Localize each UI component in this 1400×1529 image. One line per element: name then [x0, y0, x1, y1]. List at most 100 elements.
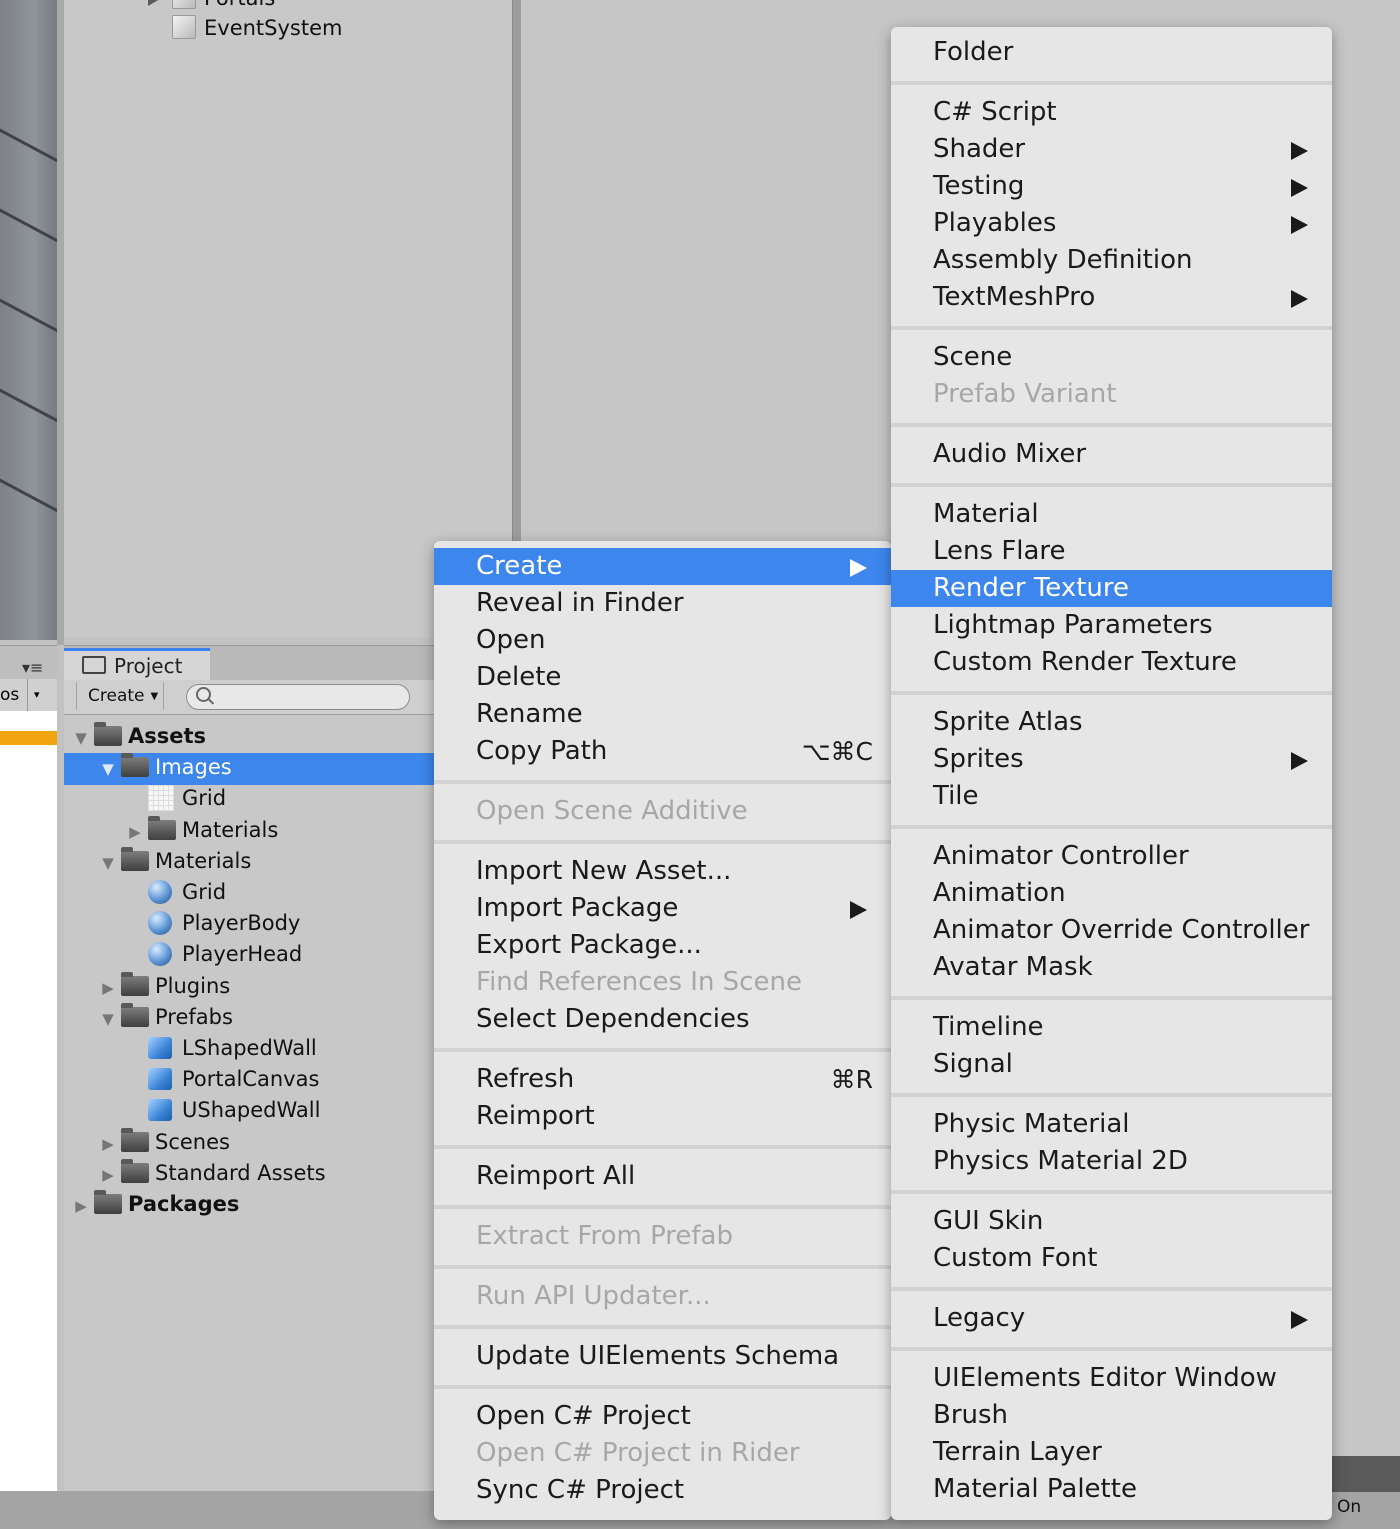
create-item-folder[interactable]: Folder — [891, 34, 1332, 71]
folder-icon — [121, 846, 149, 871]
chevron-right-icon[interactable]: ▶ — [99, 973, 117, 1004]
chevron-down-icon[interactable]: ▼ — [72, 723, 90, 754]
menu-item-create[interactable]: Create — [434, 548, 891, 585]
folder-icon — [121, 753, 149, 778]
menu-item-import-package[interactable]: Import Package — [434, 890, 891, 927]
menu-item-label: Timeline — [933, 1012, 1044, 1042]
menu-item-update-uielements-schema[interactable]: Update UIElements Schema — [434, 1338, 891, 1375]
create-item-animation[interactable]: Animation — [891, 875, 1332, 912]
chevron-down-icon[interactable]: ▼ — [99, 848, 117, 879]
hierarchy-item[interactable]: Portals — [148, 0, 275, 13]
chevron-right-icon[interactable]: ▶ — [99, 1160, 117, 1191]
project-tree-item-portalcanvas[interactable]: PortalCanvas — [126, 1064, 319, 1095]
project-tree-item-lshapedwall[interactable]: LShapedWall — [126, 1033, 317, 1064]
menu-item-label: Terrain Layer — [933, 1437, 1102, 1467]
menu-separator — [891, 995, 1332, 1000]
menu-item-sync-c-project[interactable]: Sync C# Project — [434, 1472, 891, 1509]
create-item-playables[interactable]: Playables — [891, 205, 1332, 242]
project-tree-item-prefabs[interactable]: ▼ Prefabs — [99, 1002, 233, 1033]
create-item-testing[interactable]: Testing — [891, 168, 1332, 205]
menu-item-reveal-in-finder[interactable]: Reveal in Finder — [434, 585, 891, 622]
create-item-brush[interactable]: Brush — [891, 1397, 1332, 1434]
menu-item-open-c-project[interactable]: Open C# Project — [434, 1398, 891, 1435]
create-item-avatar-mask[interactable]: Avatar Mask — [891, 949, 1332, 986]
menu-item-reimport[interactable]: Reimport — [434, 1098, 891, 1135]
project-tree-item-plugins[interactable]: ▶ Plugins — [99, 971, 230, 1002]
chevron-down-icon[interactable]: ▼ — [99, 754, 117, 785]
create-item-lightmap-parameters[interactable]: Lightmap Parameters — [891, 607, 1332, 644]
menu-separator — [891, 1286, 1332, 1291]
create-item-scene[interactable]: Scene — [891, 339, 1332, 376]
project-tree-item-images[interactable]: ▼ Images — [99, 752, 232, 783]
create-item-material-palette[interactable]: Material Palette — [891, 1471, 1332, 1508]
menu-item-open-c-project-in-rider: Open C# Project in Rider — [434, 1435, 891, 1472]
menu-item-delete[interactable]: Delete — [434, 659, 891, 696]
project-tree-item-scenes[interactable]: ▶ Scenes — [99, 1127, 230, 1158]
project-tree-item-playerbody[interactable]: PlayerBody — [126, 908, 300, 939]
menu-item-label: Brush — [933, 1400, 1009, 1430]
project-tree-item-standard-assets[interactable]: ▶ Standard Assets — [99, 1158, 326, 1189]
create-item-custom-render-texture[interactable]: Custom Render Texture — [891, 644, 1332, 681]
menu-separator — [434, 1324, 891, 1329]
create-item-physic-material[interactable]: Physic Material — [891, 1106, 1332, 1143]
create-item-material[interactable]: Material — [891, 496, 1332, 533]
expand-arrow-icon[interactable] — [148, 0, 160, 6]
create-item-legacy[interactable]: Legacy — [891, 1300, 1332, 1337]
project-tree-item-playerhead[interactable]: PlayerHead — [126, 939, 302, 970]
tree-item-label: PortalCanvas — [182, 1067, 320, 1092]
create-item-render-texture[interactable]: Render Texture — [891, 570, 1332, 607]
menu-item-reimport-all[interactable]: Reimport All — [434, 1158, 891, 1195]
gameobject-icon — [172, 15, 196, 39]
create-button[interactable]: Create ▼ — [76, 682, 164, 710]
chevron-right-icon[interactable]: ▶ — [72, 1191, 90, 1222]
project-tree-item-grid[interactable]: Grid — [126, 877, 226, 908]
menu-item-label: Sprites — [933, 744, 1024, 774]
create-item-assembly-definition[interactable]: Assembly Definition — [891, 242, 1332, 279]
chevron-right-icon[interactable]: ▶ — [99, 1129, 117, 1160]
menu-item-import-new-asset[interactable]: Import New Asset... — [434, 853, 891, 890]
chevron-down-icon[interactable]: ▼ — [99, 1004, 117, 1035]
project-tree-item-packages[interactable]: ▶ Packages — [72, 1189, 239, 1220]
create-item-tile[interactable]: Tile — [891, 778, 1332, 815]
left-panel-toolbar[interactable]: os ▾ — [0, 679, 57, 712]
create-item-c-script[interactable]: C# Script — [891, 94, 1332, 131]
create-item-timeline[interactable]: Timeline — [891, 1009, 1332, 1046]
create-item-animator-override-controller[interactable]: Animator Override Controller — [891, 912, 1332, 949]
panel-splitter[interactable] — [512, 0, 521, 545]
tab-project[interactable]: Project — [64, 648, 210, 683]
scene-view[interactable] — [0, 0, 57, 640]
search-input[interactable] — [186, 684, 410, 710]
create-item-animator-controller[interactable]: Animator Controller — [891, 838, 1332, 875]
create-item-textmeshpro[interactable]: TextMeshPro — [891, 279, 1332, 316]
texture-icon — [148, 785, 174, 812]
project-tree-item-grid[interactable]: Grid — [126, 783, 226, 814]
folder-icon — [121, 1127, 149, 1152]
create-item-shader[interactable]: Shader — [891, 131, 1332, 168]
hierarchy-item[interactable]: EventSystem — [172, 13, 342, 43]
create-item-sprites[interactable]: Sprites — [891, 741, 1332, 778]
project-tree-item-ushapedwall[interactable]: UShapedWall — [126, 1095, 320, 1126]
menu-item-copy-path[interactable]: Copy Path ⌥⌘C — [434, 733, 891, 770]
create-item-lens-flare[interactable]: Lens Flare — [891, 533, 1332, 570]
create-item-uielements-editor-window[interactable]: UIElements Editor Window — [891, 1360, 1332, 1397]
project-tree-item-materials[interactable]: ▶ Materials — [126, 815, 278, 846]
create-item-gui-skin[interactable]: GUI Skin — [891, 1203, 1332, 1240]
menu-item-label: Prefab Variant — [933, 379, 1117, 409]
create-item-signal[interactable]: Signal — [891, 1046, 1332, 1083]
create-item-sprite-atlas[interactable]: Sprite Atlas — [891, 704, 1332, 741]
create-item-custom-font[interactable]: Custom Font — [891, 1240, 1332, 1277]
menu-item-refresh[interactable]: Refresh ⌘R — [434, 1061, 891, 1098]
project-tree-item-materials[interactable]: ▼ Materials — [99, 846, 251, 877]
create-item-physics-material-2d[interactable]: Physics Material 2D — [891, 1143, 1332, 1180]
project-tree-item-assets[interactable]: ▼ Assets — [72, 721, 206, 752]
panel-menu-icon[interactable]: ▾≡ — [22, 658, 43, 677]
menu-item-rename[interactable]: Rename — [434, 696, 891, 733]
chevron-right-icon[interactable]: ▶ — [126, 817, 144, 848]
menu-item-select-dependencies[interactable]: Select Dependencies — [434, 1001, 891, 1038]
create-item-terrain-layer[interactable]: Terrain Layer — [891, 1434, 1332, 1471]
submenu-arrow-icon — [850, 559, 867, 577]
create-item-audio-mixer[interactable]: Audio Mixer — [891, 436, 1332, 473]
menu-item-export-package[interactable]: Export Package... — [434, 927, 891, 964]
menu-item-open[interactable]: Open — [434, 622, 891, 659]
dropdown-icon[interactable]: ▾ — [27, 679, 40, 711]
